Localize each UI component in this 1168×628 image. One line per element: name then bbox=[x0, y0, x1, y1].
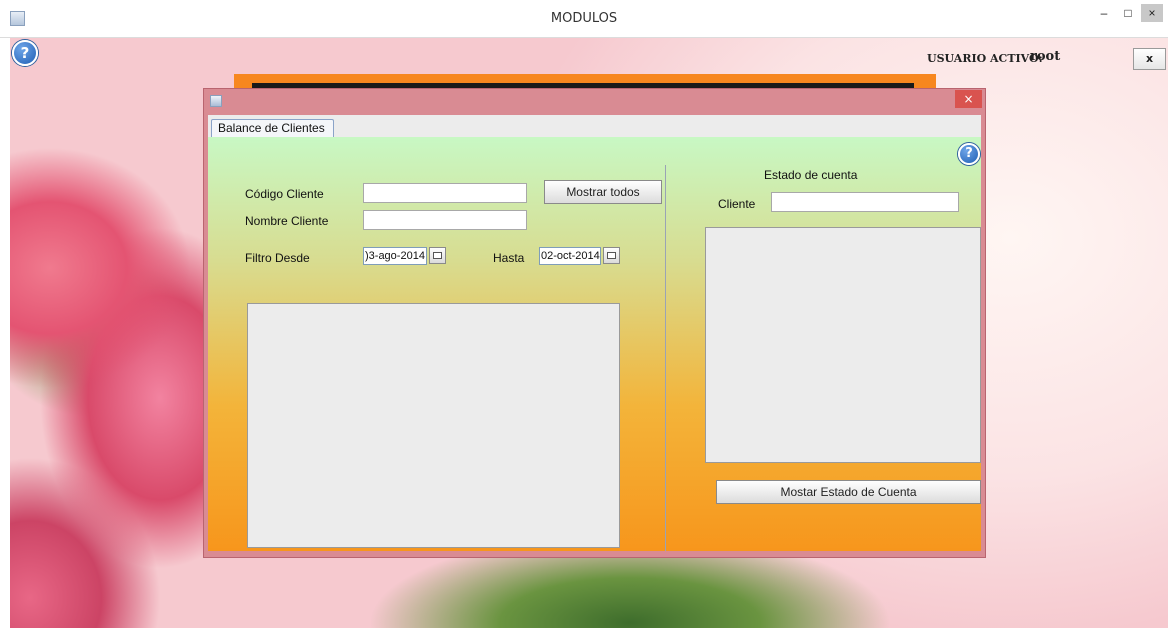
panel-divider bbox=[665, 165, 666, 551]
desde-date-field[interactable]: )3-ago-2014 bbox=[363, 247, 427, 265]
logout-button[interactable]: x bbox=[1133, 48, 1166, 70]
cliente-label: Cliente bbox=[718, 197, 756, 211]
nombre-cliente-input[interactable] bbox=[363, 210, 527, 230]
estado-cuenta-title: Estado de cuenta bbox=[764, 168, 858, 182]
nombre-cliente-label: Nombre Cliente bbox=[245, 214, 329, 228]
orange-banner bbox=[234, 74, 936, 88]
maximize-button[interactable]: □ bbox=[1117, 4, 1139, 22]
codigo-cliente-label: Código Cliente bbox=[245, 187, 324, 201]
mostrar-estado-button[interactable]: Mostar Estado de Cuenta bbox=[716, 480, 981, 504]
window-titlebar: MODULOS – □ × bbox=[0, 0, 1168, 38]
desde-calendar-button[interactable] bbox=[429, 247, 446, 264]
filtro-desde-label: Filtro Desde bbox=[245, 251, 310, 265]
java-app-icon bbox=[210, 95, 222, 107]
help-icon[interactable]: ? bbox=[958, 143, 980, 165]
close-frame-button[interactable]: × bbox=[955, 90, 982, 108]
tab-strip: Balance de Clientes bbox=[208, 115, 981, 138]
cliente-input[interactable] bbox=[771, 192, 959, 212]
tab-balance-clientes[interactable]: Balance de Clientes bbox=[211, 119, 334, 137]
hasta-date-field[interactable]: 02-oct-2014 bbox=[539, 247, 601, 265]
active-user-label: USUARIO ACTIVO: bbox=[927, 52, 1043, 65]
mostrar-todos-button[interactable]: Mostrar todos bbox=[544, 180, 662, 204]
minimize-button[interactable]: – bbox=[1093, 4, 1115, 22]
clientes-list[interactable] bbox=[247, 303, 620, 548]
tab-content: Código Cliente Mostrar todos Nombre Clie… bbox=[208, 137, 981, 551]
hasta-calendar-button[interactable] bbox=[603, 247, 620, 264]
close-window-button[interactable]: × bbox=[1141, 4, 1163, 22]
internal-frame: × Balance de Clientes Código Cliente Mos… bbox=[203, 88, 986, 558]
hasta-label: Hasta bbox=[493, 251, 525, 265]
help-icon[interactable]: ? bbox=[12, 40, 38, 66]
codigo-cliente-input[interactable] bbox=[363, 183, 527, 203]
calendar-icon bbox=[433, 252, 442, 259]
active-user-name: root bbox=[1030, 49, 1061, 64]
calendar-icon bbox=[607, 252, 616, 259]
window-title: MODULOS bbox=[550, 11, 618, 26]
estado-cuenta-list[interactable] bbox=[705, 227, 981, 463]
